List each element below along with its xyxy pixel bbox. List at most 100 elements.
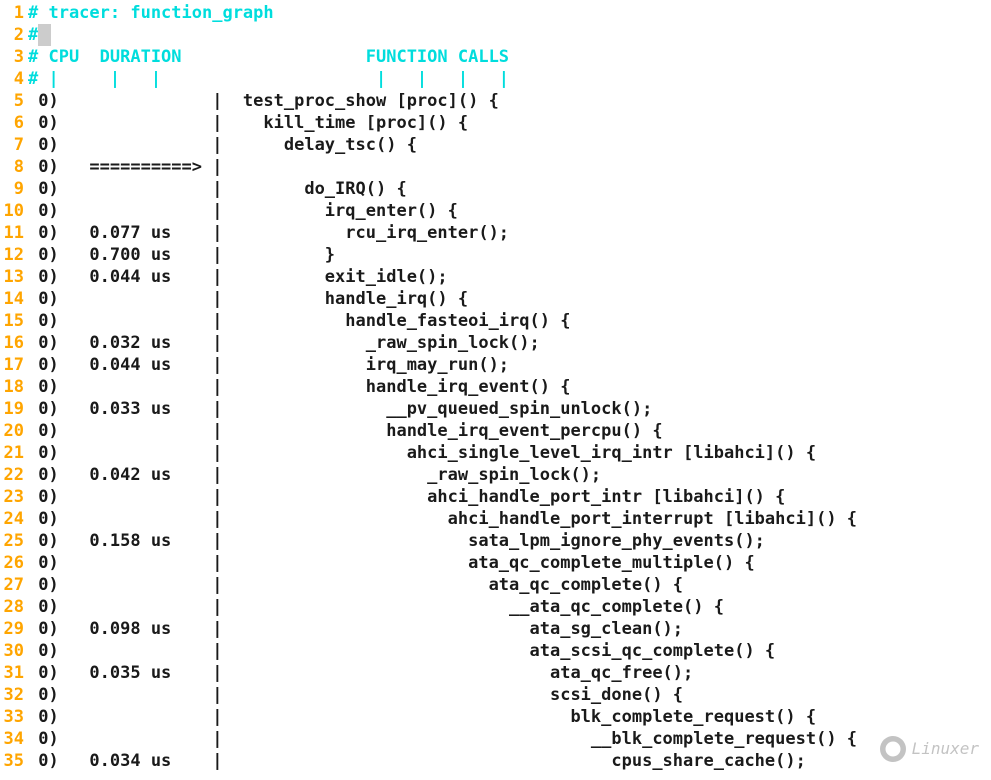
code-text: 0) 0.077 us | rcu_irq_enter();: [28, 222, 509, 244]
line-number: 28: [0, 596, 28, 618]
code-line: 7 0) | delay_tsc() {: [0, 134, 991, 156]
code-line: 26 0) | ata_qc_complete_multiple() {: [0, 552, 991, 574]
code-line: 31 0) 0.035 us | ata_qc_free();: [0, 662, 991, 684]
comment-text: # | | | | | | |: [28, 68, 509, 90]
penguin-icon: [880, 736, 906, 762]
line-number: 29: [0, 618, 28, 640]
code-line: 15 0) | handle_fasteoi_irq() {: [0, 310, 991, 332]
line-number: 16: [0, 332, 28, 354]
code-text: 0) | ata_scsi_qc_complete() {: [28, 640, 775, 662]
line-number: 23: [0, 486, 28, 508]
code-line: 12 0) 0.700 us | }: [0, 244, 991, 266]
code-line: 20 0) | handle_irq_event_percpu() {: [0, 420, 991, 442]
watermark-text: Linuxer: [912, 738, 979, 760]
code-text: 0) | __blk_complete_request() {: [28, 728, 857, 750]
code-line: 2 #: [0, 24, 991, 46]
line-number: 12: [0, 244, 28, 266]
comment-text: # tracer: function_graph: [28, 2, 274, 24]
line-number: 2: [0, 24, 28, 46]
code-text: 0) | kill_time [proc]() {: [28, 112, 468, 134]
code-text: 0) 0.042 us | _raw_spin_lock();: [28, 464, 601, 486]
code-text: 0) | delay_tsc() {: [28, 134, 417, 156]
line-number: 5: [0, 90, 28, 112]
line-number: 18: [0, 376, 28, 398]
line-number: 9: [0, 178, 28, 200]
line-number: 11: [0, 222, 28, 244]
code-line: 25 0) 0.158 us | sata_lpm_ignore_phy_eve…: [0, 530, 991, 552]
code-line: 5 0) | test_proc_show [proc]() {: [0, 90, 991, 112]
line-number: 3: [0, 46, 28, 68]
code-line: 10 0) | irq_enter() {: [0, 200, 991, 222]
line-number: 4: [0, 68, 28, 90]
code-line: 17 0) 0.044 us | irq_may_run();: [0, 354, 991, 376]
code-text: 0) | handle_fasteoi_irq() {: [28, 310, 570, 332]
line-number: 34: [0, 728, 28, 750]
code-line: 32 0) | scsi_done() {: [0, 684, 991, 706]
line-number: 27: [0, 574, 28, 596]
code-line: 4 # | | | | | | |: [0, 68, 991, 90]
line-number: 13: [0, 266, 28, 288]
line-number: 24: [0, 508, 28, 530]
code-text: 0) 0.035 us | ata_qc_free();: [28, 662, 693, 684]
code-text: 0) | handle_irq() {: [28, 288, 468, 310]
line-number: 17: [0, 354, 28, 376]
code-line: 3 # CPU DURATION FUNCTION CALLS: [0, 46, 991, 68]
line-number: 10: [0, 200, 28, 222]
line-number: 1: [0, 2, 28, 24]
code-text: 0) | do_IRQ() {: [28, 178, 407, 200]
code-text: 0) 0.032 us | _raw_spin_lock();: [28, 332, 540, 354]
code-text: 0) 0.158 us | sata_lpm_ignore_phy_events…: [28, 530, 765, 552]
code-text: 0) 0.098 us | ata_sg_clean();: [28, 618, 683, 640]
line-number: 21: [0, 442, 28, 464]
code-line: 22 0) 0.042 us | _raw_spin_lock();: [0, 464, 991, 486]
line-number: 25: [0, 530, 28, 552]
code-line: 9 0) | do_IRQ() {: [0, 178, 991, 200]
code-text: 0) | ahci_handle_port_interrupt [libahci…: [28, 508, 857, 530]
code-text: 0) 0.034 us | cpus_share_cache();: [28, 750, 806, 772]
code-line: 6 0) | kill_time [proc]() {: [0, 112, 991, 134]
code-text: 0) | irq_enter() {: [28, 200, 458, 222]
line-number: 14: [0, 288, 28, 310]
code-text: 0) 0.033 us | __pv_queued_spin_unlock();: [28, 398, 652, 420]
code-text: 0) | ahci_handle_port_intr [libahci]() {: [28, 486, 785, 508]
line-number: 35: [0, 750, 28, 772]
line-number: 32: [0, 684, 28, 706]
code-text: 0) | ata_qc_complete() {: [28, 574, 683, 596]
line-number: 15: [0, 310, 28, 332]
code-line: 30 0) | ata_scsi_qc_complete() {: [0, 640, 991, 662]
cursor: [38, 24, 50, 46]
code-line: 18 0) | handle_irq_event() {: [0, 376, 991, 398]
code-text: 0) | handle_irq_event_percpu() {: [28, 420, 663, 442]
code-text: 0) | handle_irq_event() {: [28, 376, 570, 398]
code-line: 21 0) | ahci_single_level_irq_intr [liba…: [0, 442, 991, 464]
code-line: 33 0) | blk_complete_request() {: [0, 706, 991, 728]
code-text: 0) ==========> |: [28, 156, 222, 178]
code-text: 0) 0.044 us | exit_idle();: [28, 266, 448, 288]
line-number: 33: [0, 706, 28, 728]
code-text: 0) 0.044 us | irq_may_run();: [28, 354, 509, 376]
code-line: 34 0) | __blk_complete_request() {: [0, 728, 991, 750]
comment-text: # CPU DURATION FUNCTION CALLS: [28, 46, 509, 68]
code-line: 16 0) 0.032 us | _raw_spin_lock();: [0, 332, 991, 354]
code-line: 23 0) | ahci_handle_port_intr [libahci](…: [0, 486, 991, 508]
code-editor[interactable]: 1 # tracer: function_graph2 # 3 # CPU DU…: [0, 0, 991, 774]
code-text: 0) | scsi_done() {: [28, 684, 683, 706]
code-line: 27 0) | ata_qc_complete() {: [0, 574, 991, 596]
line-number: 30: [0, 640, 28, 662]
line-number: 7: [0, 134, 28, 156]
line-number: 6: [0, 112, 28, 134]
code-text: 0) | ata_qc_complete_multiple() {: [28, 552, 755, 574]
code-line: 14 0) | handle_irq() {: [0, 288, 991, 310]
code-text: 0) 0.700 us | }: [28, 244, 335, 266]
code-text: 0) | test_proc_show [proc]() {: [28, 90, 499, 112]
code-line: 28 0) | __ata_qc_complete() {: [0, 596, 991, 618]
code-text: 0) | blk_complete_request() {: [28, 706, 816, 728]
code-line: 13 0) 0.044 us | exit_idle();: [0, 266, 991, 288]
watermark: Linuxer: [880, 736, 979, 762]
line-number: 19: [0, 398, 28, 420]
line-number: 22: [0, 464, 28, 486]
code-line: 24 0) | ahci_handle_port_interrupt [liba…: [0, 508, 991, 530]
line-number: 26: [0, 552, 28, 574]
code-line: 1 # tracer: function_graph: [0, 2, 991, 24]
code-text: 0) | __ata_qc_complete() {: [28, 596, 724, 618]
